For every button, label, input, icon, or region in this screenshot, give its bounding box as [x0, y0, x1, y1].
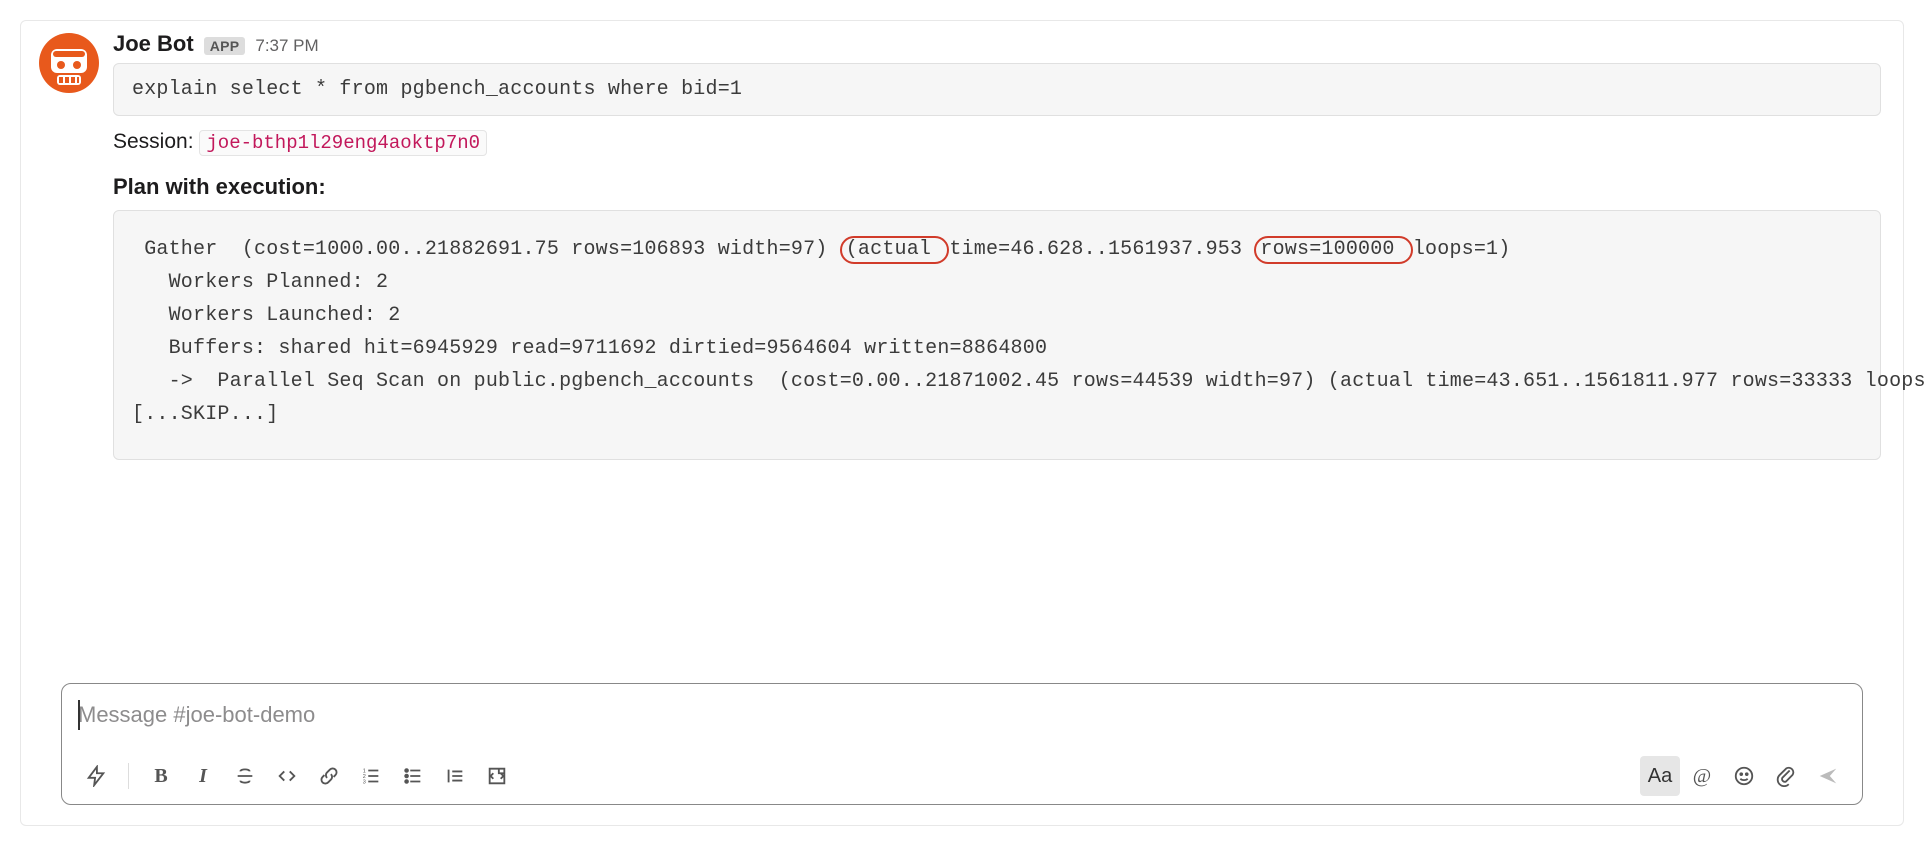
composer-placeholder: Message #joe-bot-demo — [78, 702, 315, 727]
code-block-button[interactable] — [477, 756, 517, 796]
link-button[interactable] — [309, 756, 349, 796]
plan-line-3: Workers Launched: 2 — [132, 299, 1862, 332]
message-header: Joe Bot APP 7:37 PM — [113, 31, 1881, 57]
highlight-actual: (actual — [840, 236, 950, 264]
plan-l1-post: loops=1) — [1413, 238, 1511, 261]
plan-line-4: Buffers: shared hit=6945929 read=9711692… — [132, 332, 1862, 365]
message-row: Joe Bot APP 7:37 PM explain select * fro… — [37, 31, 1887, 460]
text-caret — [78, 700, 80, 730]
plan-l1-pre: Gather (cost=1000.00..21882691.75 rows=1… — [132, 238, 840, 261]
message-composer[interactable]: Message #joe-bot-demo B I 123 — [61, 683, 1863, 805]
plan-line-5: -> Parallel Seq Scan on public.pgbench_a… — [132, 365, 1862, 398]
italic-button[interactable]: I — [183, 756, 223, 796]
mention-button[interactable]: @ — [1682, 756, 1722, 796]
format-group: B I 123 — [141, 756, 517, 796]
toolbar-separator — [128, 763, 129, 789]
bullet-list-button[interactable] — [393, 756, 433, 796]
session-id-badge[interactable]: joe-bthp1l29eng4aoktp7n0 — [199, 130, 487, 156]
bold-button[interactable]: B — [141, 756, 181, 796]
right-tool-group: Aa @ — [1640, 756, 1848, 796]
attach-button[interactable] — [1766, 756, 1806, 796]
strikethrough-button[interactable] — [225, 756, 265, 796]
composer-toolbar: B I 123 — [62, 748, 1862, 804]
ordered-list-button[interactable]: 123 — [351, 756, 391, 796]
svg-text:3: 3 — [363, 779, 366, 785]
plan-line-1: Gather (cost=1000.00..21882691.75 rows=1… — [132, 238, 1510, 261]
avatar-wrap — [37, 31, 101, 460]
plan-code-block: Gather (cost=1000.00..21882691.75 rows=1… — [113, 210, 1881, 460]
emoji-button[interactable] — [1724, 756, 1764, 796]
blockquote-button[interactable] — [435, 756, 475, 796]
bot-avatar — [37, 31, 101, 95]
plan-section-title: Plan with execution: — [113, 174, 1881, 200]
query-code-block: explain select * from pgbench_accounts w… — [113, 63, 1881, 116]
plan-l1-mid: time=46.628..1561937.953 — [949, 238, 1254, 261]
code-button[interactable] — [267, 756, 307, 796]
composer-input[interactable]: Message #joe-bot-demo — [62, 684, 1862, 748]
formatting-toggle-button[interactable]: Aa — [1640, 756, 1680, 796]
shortcuts-button[interactable] — [76, 756, 116, 796]
slack-message-container: Joe Bot APP 7:37 PM explain select * fro… — [20, 20, 1904, 826]
message-timestamp: 7:37 PM — [255, 36, 318, 56]
app-badge: APP — [204, 37, 246, 55]
highlight-rows: rows=100000 — [1254, 236, 1412, 264]
plan-line-2: Workers Planned: 2 — [132, 266, 1862, 299]
send-button[interactable] — [1808, 756, 1848, 796]
message-body: Joe Bot APP 7:37 PM explain select * fro… — [113, 31, 1887, 460]
sender-name: Joe Bot — [113, 31, 194, 57]
session-line: Session: joe-bthp1l29eng4aoktp7n0 — [113, 130, 1881, 154]
session-label: Session: — [113, 130, 194, 153]
plan-line-7: [...SKIP...] — [132, 398, 1862, 431]
